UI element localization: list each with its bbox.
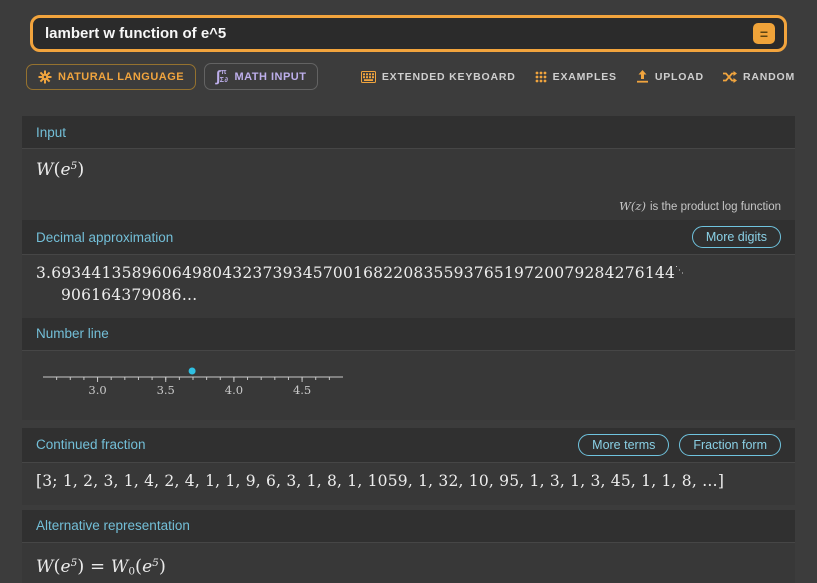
examples-label: EXAMPLES: [553, 71, 617, 83]
input-pod-header: Input: [22, 116, 795, 149]
more-digits-button[interactable]: More digits: [692, 226, 781, 248]
pod-title-continued-fraction: Continued fraction: [36, 437, 146, 452]
random-label: RANDOM: [743, 71, 795, 83]
pod-group-alternative: Alternative representation W(e5) = W0(e5…: [22, 510, 795, 583]
continued-fraction-pod-header: Continued fraction More terms Fraction f…: [22, 428, 795, 463]
natural-language-button[interactable]: NATURAL LANGUAGE: [26, 64, 196, 90]
fraction-form-button[interactable]: Fraction form: [679, 434, 781, 456]
svg-text:3.5: 3.5: [157, 383, 175, 397]
input-expression: W(e5): [36, 159, 84, 180]
input-mode-toolbar: NATURAL LANGUAGE ∫ π Σ∂ MATH INPUT: [26, 63, 795, 90]
number-line-plot: 3.0 3.5 4.0 4.5: [37, 356, 347, 402]
math-input-label: MATH INPUT: [234, 71, 306, 83]
upload-button[interactable]: UPLOAD: [636, 70, 704, 83]
search-input[interactable]: [45, 25, 753, 42]
alternative-equation: W(e5) = W0(e5): [36, 557, 166, 577]
productlog-note: W(z)is the product log function: [619, 199, 781, 213]
extended-keyboard-button[interactable]: EXTENDED KEYBOARD: [361, 71, 516, 83]
decimal-pod-content: 3.69344135896064980432373934570016822083…: [22, 255, 795, 318]
search-bar: =: [30, 15, 787, 52]
number-line-pod-content: 3.0 3.5 4.0 4.5: [22, 351, 795, 420]
submit-button[interactable]: =: [753, 23, 775, 44]
number-line-pod-header: Number line: [22, 318, 795, 351]
pod-title-alternative: Alternative representation: [36, 518, 190, 533]
input-pod-content: W(e5) W(z)is the product log function: [22, 149, 795, 220]
pod-title-decimal: Decimal approximation: [36, 230, 173, 245]
line-wrap-mark: ⋱: [675, 266, 684, 276]
pod-title-number-line: Number line: [36, 326, 109, 341]
decimal-line-1: 3.69344135896064980432373934570016822083…: [36, 262, 781, 284]
decimal-pod-header: Decimal approximation More digits: [22, 220, 795, 255]
math-input-button[interactable]: ∫ π Σ∂ MATH INPUT: [204, 63, 318, 90]
continued-fraction-pod-content: [3; 1, 2, 3, 1, 4, 2, 4, 1, 1, 9, 6, 3, …: [22, 463, 795, 505]
shuffle-icon: [723, 71, 737, 83]
svg-text:3.0: 3.0: [88, 383, 106, 397]
utility-toolbar: EXTENDED KEYBOARD EXAMPLES UPLOAD: [361, 70, 795, 83]
integral-icon: ∫ π Σ∂: [216, 69, 228, 84]
pod-title-input: Input: [36, 125, 66, 140]
results-area: Input W(e5) W(z)is the product log funct…: [22, 116, 795, 583]
more-terms-button[interactable]: More terms: [578, 434, 669, 456]
natural-language-label: NATURAL LANGUAGE: [58, 71, 184, 83]
grid-dots-icon: [535, 71, 547, 83]
extended-keyboard-label: EXTENDED KEYBOARD: [382, 71, 516, 83]
svg-text:4.0: 4.0: [225, 383, 243, 397]
keyboard-icon: [361, 71, 376, 83]
examples-button[interactable]: EXAMPLES: [535, 71, 617, 83]
number-line-point: [189, 367, 196, 374]
decimal-line-2: 906164379086…: [36, 284, 781, 306]
pod-group-continued-fraction: Continued fraction More terms Fraction f…: [22, 428, 795, 505]
pod-group-main: Input W(e5) W(z)is the product log funct…: [22, 116, 795, 420]
alternative-pod-content: W(e5) = W0(e5): [22, 543, 795, 583]
upload-arrow-icon: [636, 70, 649, 83]
upload-label: UPLOAD: [655, 71, 704, 83]
gear-icon: [38, 70, 52, 84]
svg-text:4.5: 4.5: [293, 383, 311, 397]
alternative-pod-header: Alternative representation: [22, 510, 795, 543]
equals-icon: =: [760, 27, 768, 41]
random-button[interactable]: RANDOM: [723, 71, 795, 83]
